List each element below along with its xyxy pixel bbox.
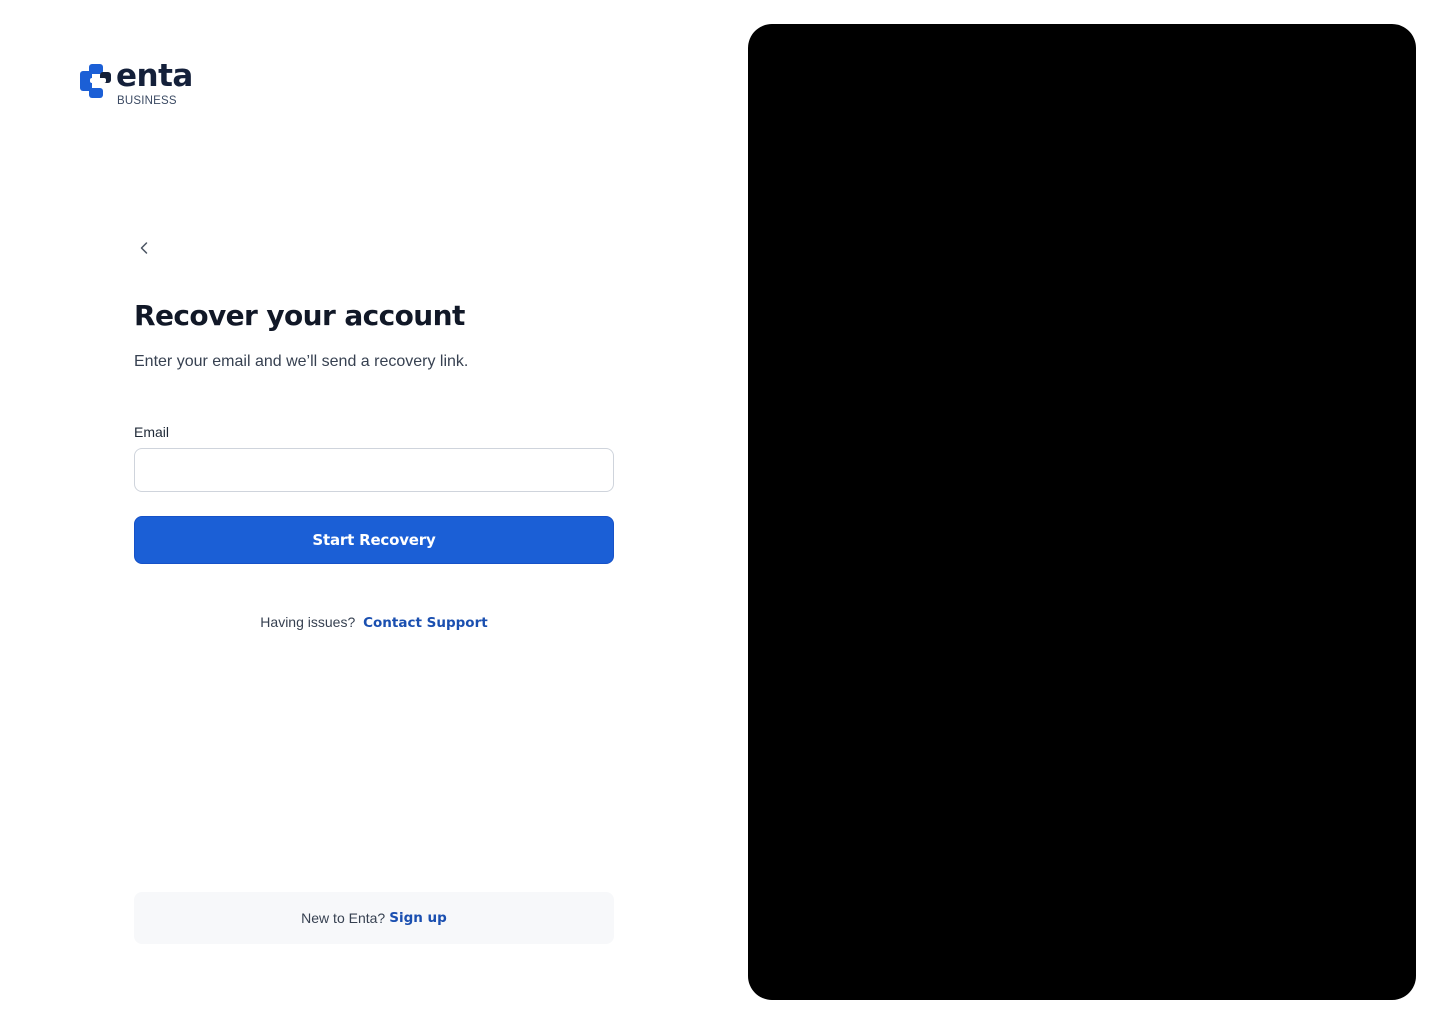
page-title: Recover your account [134, 299, 465, 332]
signup-box: New to Enta? Sign up [134, 892, 614, 944]
email-field[interactable] [134, 448, 614, 492]
enta-business-logo: enta BUSINESS [80, 58, 220, 110]
start-recovery-button[interactable]: Start Recovery [134, 516, 614, 564]
enta-logo-icon [80, 64, 111, 98]
signup-prompt: New to Enta? [301, 910, 386, 926]
page-subtitle: Enter your email and we’ll send a recove… [134, 353, 469, 370]
recover-account-page: enta BUSINESS Recover your account Enter… [0, 0, 1440, 1024]
back-button[interactable] [132, 236, 156, 260]
email-label: Email [134, 424, 170, 440]
sign-up-link[interactable]: Sign up [389, 910, 447, 926]
support-prompt: Having issues? [260, 614, 356, 630]
chevron-left-icon [140, 242, 148, 254]
support-row: Having issues? Contact Support [134, 612, 614, 633]
side-panel [748, 24, 1416, 1000]
logo-wordmark: enta [116, 58, 193, 94]
contact-support-link[interactable]: Contact Support [363, 615, 488, 631]
logo-sub-label: BUSINESS [117, 95, 177, 107]
